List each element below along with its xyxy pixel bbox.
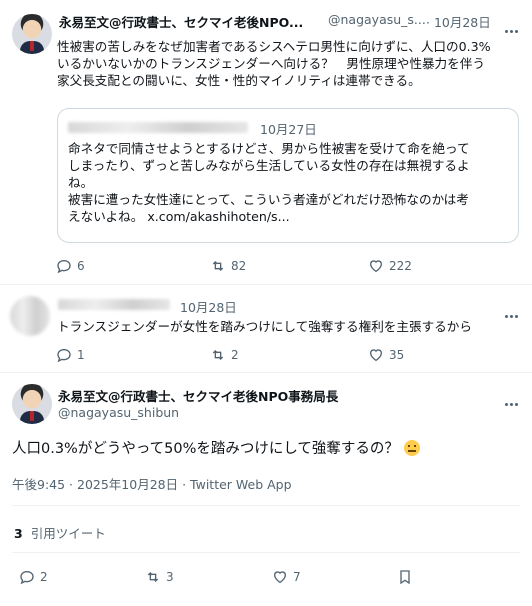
redacted-author (68, 122, 248, 133)
more-icon[interactable] (505, 18, 521, 33)
author-handle[interactable]: @nagayasu_shibun (58, 405, 179, 420)
heart-icon (369, 349, 383, 362)
tweet-text: 性被害の苦しみをなぜ加害者であるシスヘテロ男性に向けずに、人口の0.3% いるか… (57, 39, 491, 88)
reply-count: 6 (77, 259, 85, 273)
heart-icon (273, 571, 287, 584)
quoted-tweet[interactable]: 10月27日 命ネタで同情させようとするけどさ、男から性被害を受けて命を絶って … (57, 108, 519, 243)
reply-count: 2 (40, 570, 48, 584)
retweet-button[interactable]: 82 (210, 258, 246, 274)
like-count: 222 (389, 259, 412, 273)
tweet-timestamp[interactable]: 午後9:45 · 2025年10月28日 · Twitter Web App (12, 474, 292, 493)
author-handle[interactable]: @nagayasu_s... (328, 12, 426, 27)
reply-button[interactable]: 6 (56, 258, 85, 274)
retweet-icon (147, 572, 159, 582)
reply-button[interactable]: 2 (19, 569, 48, 585)
reply-count: 1 (77, 348, 85, 362)
reply-icon (57, 348, 71, 363)
expressionless-face-icon (403, 440, 420, 456)
redacted-author (58, 299, 170, 310)
tweet-text: 人口0.3%がどうやって50%を踏みつけにして強奪するの？ (12, 437, 420, 458)
bookmark-icon (400, 570, 410, 585)
avatar[interactable] (10, 296, 50, 336)
avatar[interactable] (12, 384, 52, 424)
reply-button[interactable]: 1 (56, 347, 85, 363)
retweet-count: 3 (166, 570, 174, 584)
tweet-date[interactable]: 10月28日 (180, 297, 237, 316)
reply-icon (20, 570, 34, 585)
retweet-button[interactable]: 3 (145, 569, 174, 585)
quote-label: 引用ツイート (30, 526, 106, 541)
like-button[interactable]: 222 (368, 258, 412, 274)
tweet-text: トランスジェンダーが女性を踏みつけにして強奪する権利を主張するから (57, 319, 472, 334)
quote-tweets-link[interactable]: 3 引用ツイート (14, 523, 106, 542)
quote-count: 3 (14, 526, 23, 541)
like-count: 35 (389, 348, 405, 362)
retweet-icon (212, 261, 224, 271)
divider (12, 505, 520, 506)
retweet-count: 82 (231, 259, 247, 273)
quote-text: 命ネタで同情させようとするけどさ、男から性被害を受けて命を絶って しまったり、ず… (68, 141, 470, 224)
retweet-count: 2 (231, 348, 239, 362)
like-button[interactable]: 7 (272, 569, 301, 585)
more-icon[interactable] (505, 391, 521, 406)
more-icon[interactable] (505, 303, 521, 318)
like-count: 7 (293, 570, 301, 584)
retweet-button[interactable]: 2 (210, 347, 239, 363)
divider (0, 284, 532, 285)
quote-date: 10月27日 (260, 122, 317, 137)
divider (12, 552, 520, 553)
reply-icon (57, 259, 71, 274)
divider (0, 372, 532, 373)
avatar[interactable] (12, 14, 52, 54)
bookmark-button[interactable] (397, 569, 418, 585)
heart-icon (369, 260, 383, 273)
author-name[interactable]: 永易至文@行政書士、セクマイ老後NPO... (59, 12, 303, 31)
tweet-date[interactable]: · 10月28日 (426, 12, 491, 31)
author-name[interactable]: 永易至文@行政書士、セクマイ老後NPO事務局長 (58, 386, 338, 405)
retweet-icon (212, 350, 224, 360)
like-button[interactable]: 35 (368, 347, 404, 363)
